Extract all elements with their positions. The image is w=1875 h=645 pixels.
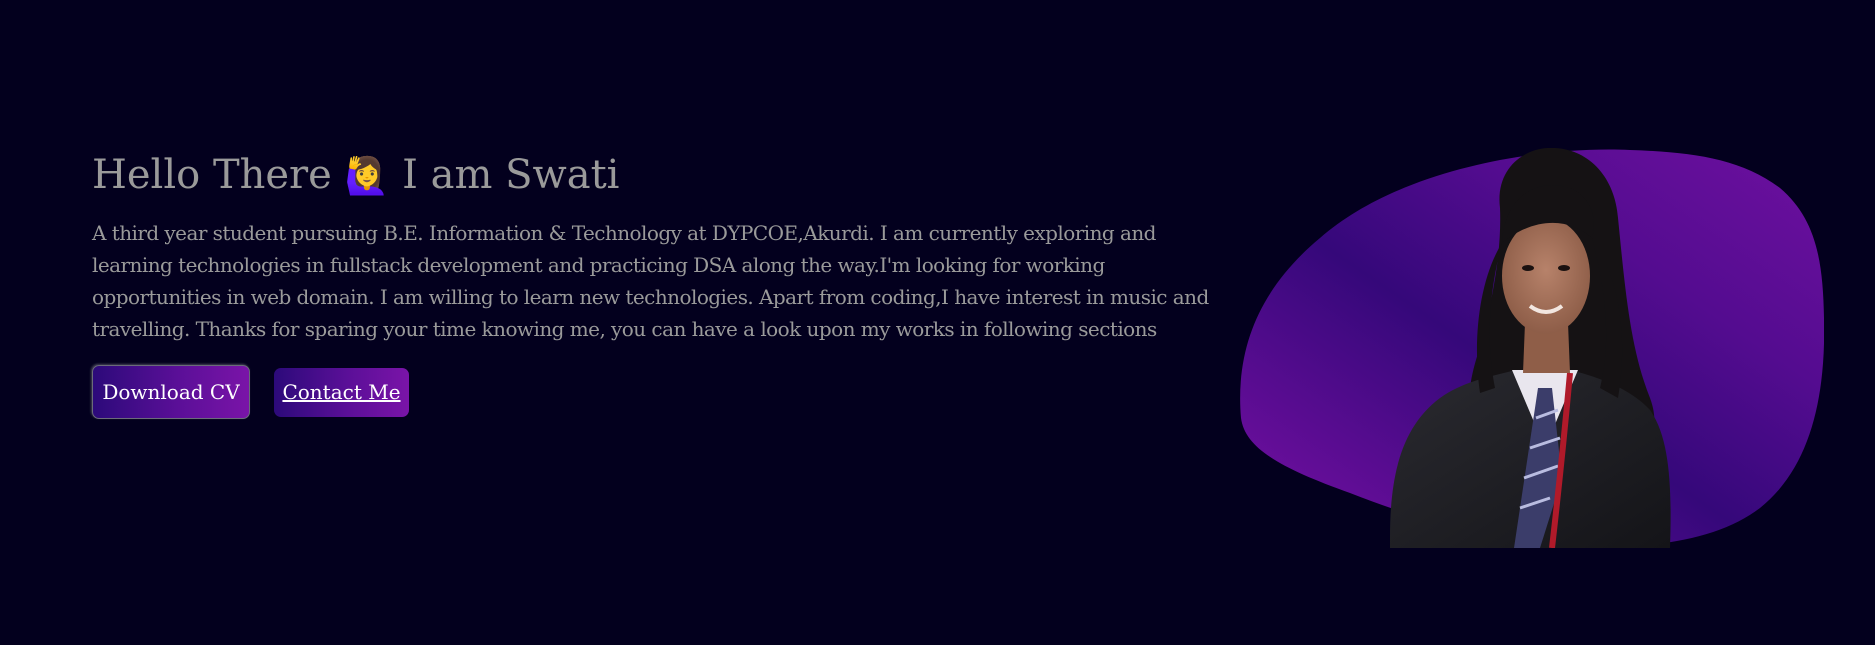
greeting-heading: Hello There 🙋‍♀️ I am Swati — [92, 145, 1222, 207]
about-paragraph: A third year student pursuing B.E. Infor… — [92, 221, 1209, 341]
profile-photo — [1240, 148, 1824, 548]
intro-name: I am Swati — [402, 152, 620, 198]
hero-section: Hello There 🙋‍♀️ I am Swati A third year… — [0, 0, 1875, 645]
download-cv-button[interactable]: Download CV — [92, 365, 250, 419]
hero-actions: Download CV Contact Me — [92, 365, 1222, 419]
intro-block: Hello There 🙋‍♀️ I am Swati A third year… — [92, 145, 1222, 419]
raising-hand-icon: 🙋‍♀️ — [344, 156, 390, 197]
greeting-text: Hello There — [92, 152, 332, 198]
contact-me-button[interactable]: Contact Me — [274, 367, 409, 417]
profile-photo-blob — [1240, 148, 1824, 548]
